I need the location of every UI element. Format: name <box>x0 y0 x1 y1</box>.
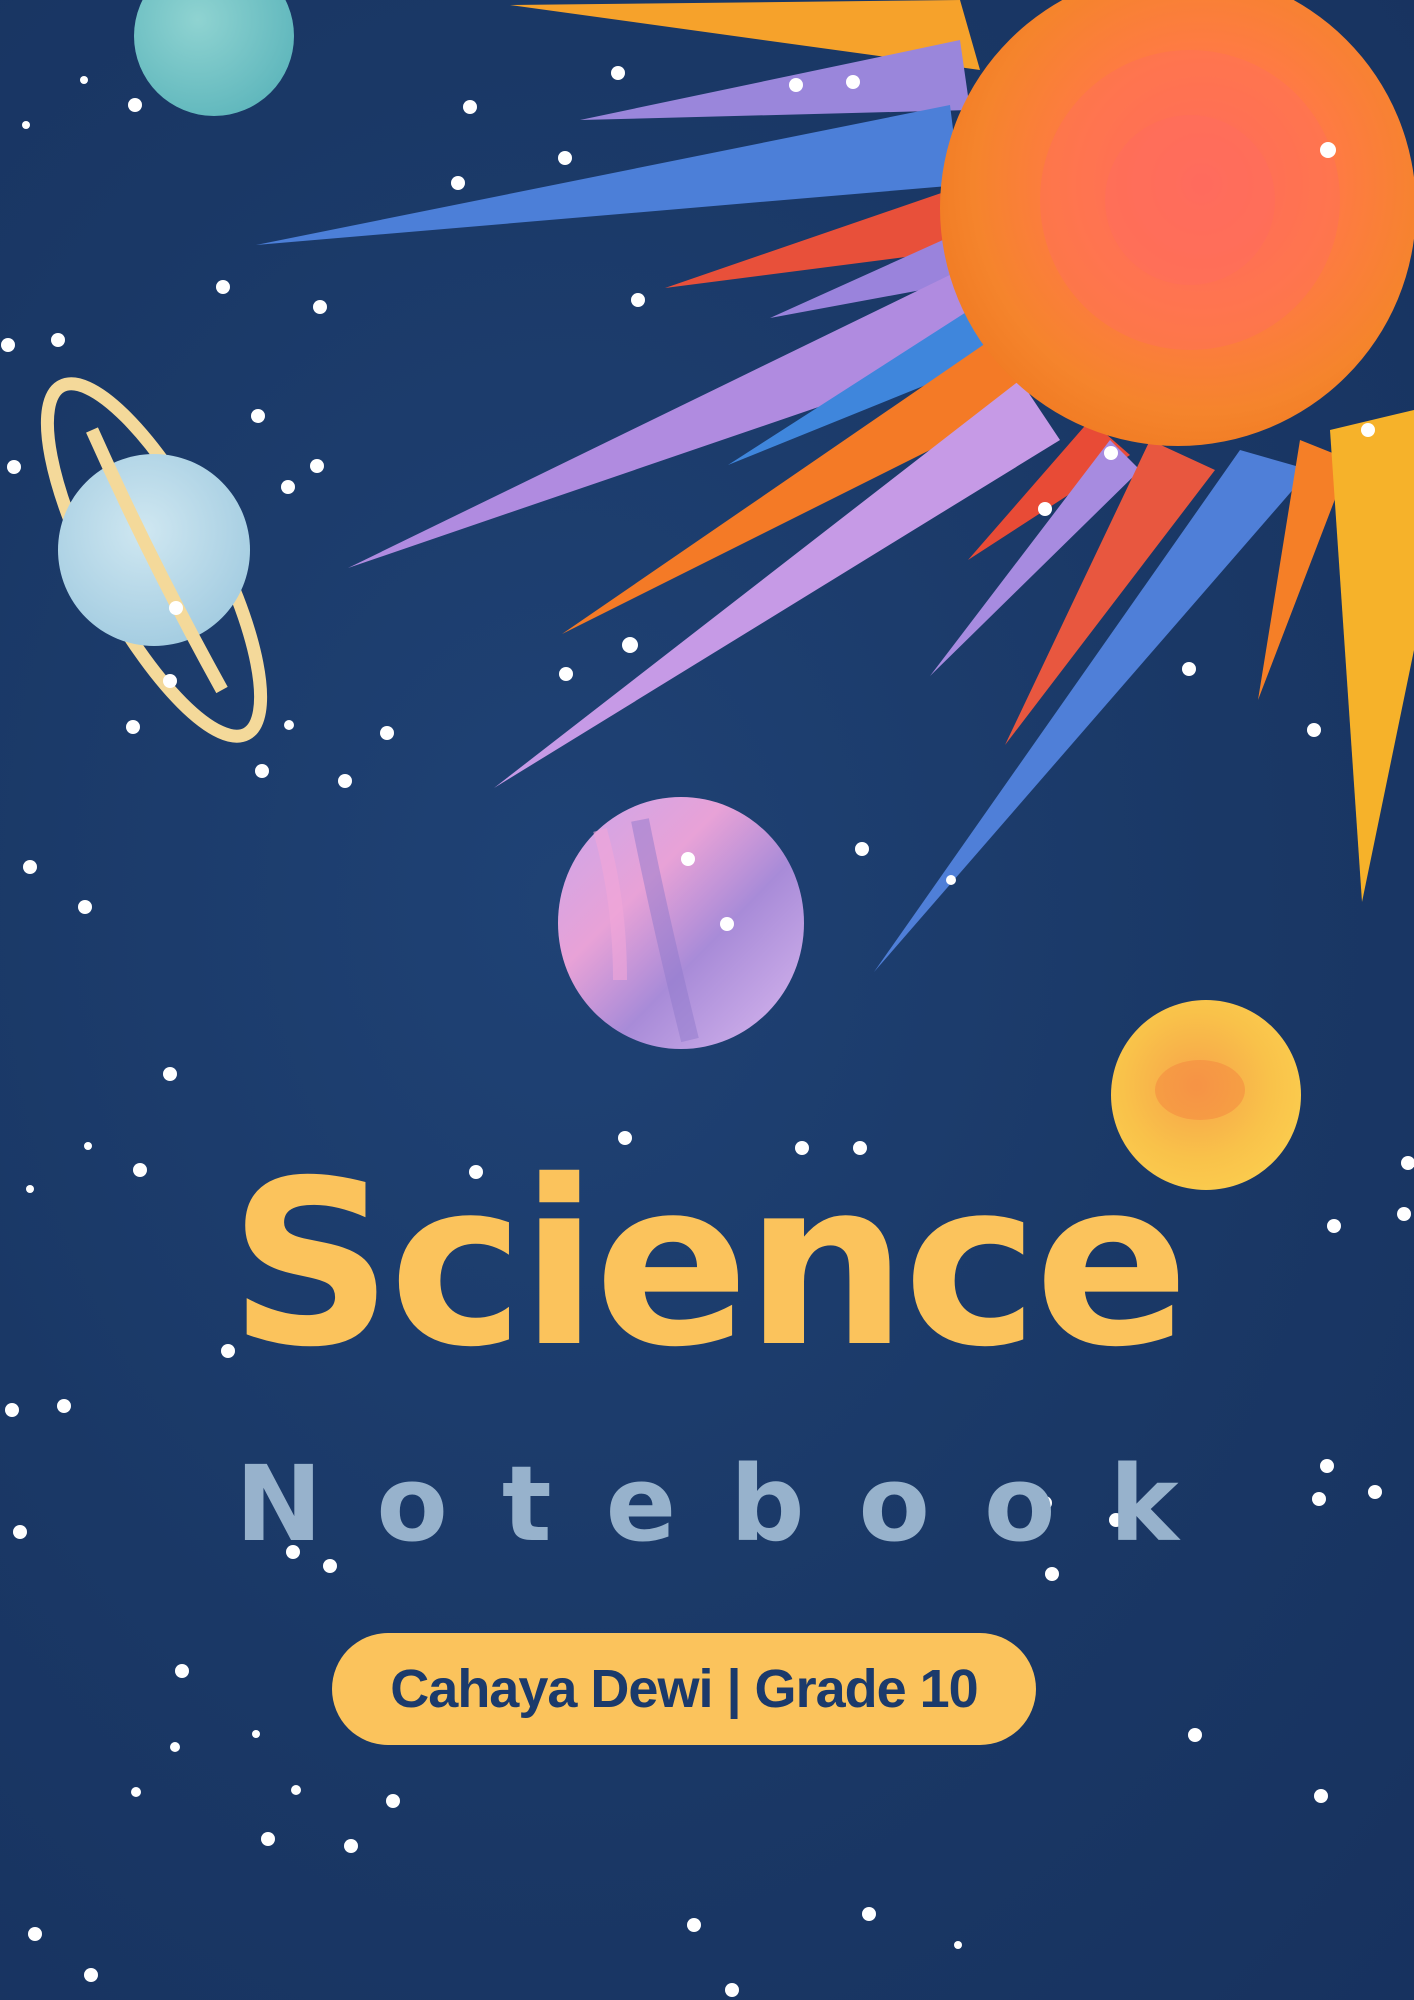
byline-badge: Cahaya Dewi | Grade 10 <box>332 1633 1036 1745</box>
byline-text: Cahaya Dewi | Grade 10 <box>390 1659 978 1719</box>
sun-icon <box>256 0 1414 972</box>
sun-ray <box>580 40 970 120</box>
teal-planet-icon <box>134 0 294 116</box>
notebook-cover: Science Notebook Cahaya Dewi | Grade 10 <box>0 0 1414 2000</box>
cover-title: Science <box>228 1131 1189 1397</box>
sun-ray <box>1330 410 1414 902</box>
sun-ray <box>874 450 1310 972</box>
purple-planet-icon <box>558 797 804 1049</box>
cover-subtitle: Notebook <box>235 1443 1233 1565</box>
